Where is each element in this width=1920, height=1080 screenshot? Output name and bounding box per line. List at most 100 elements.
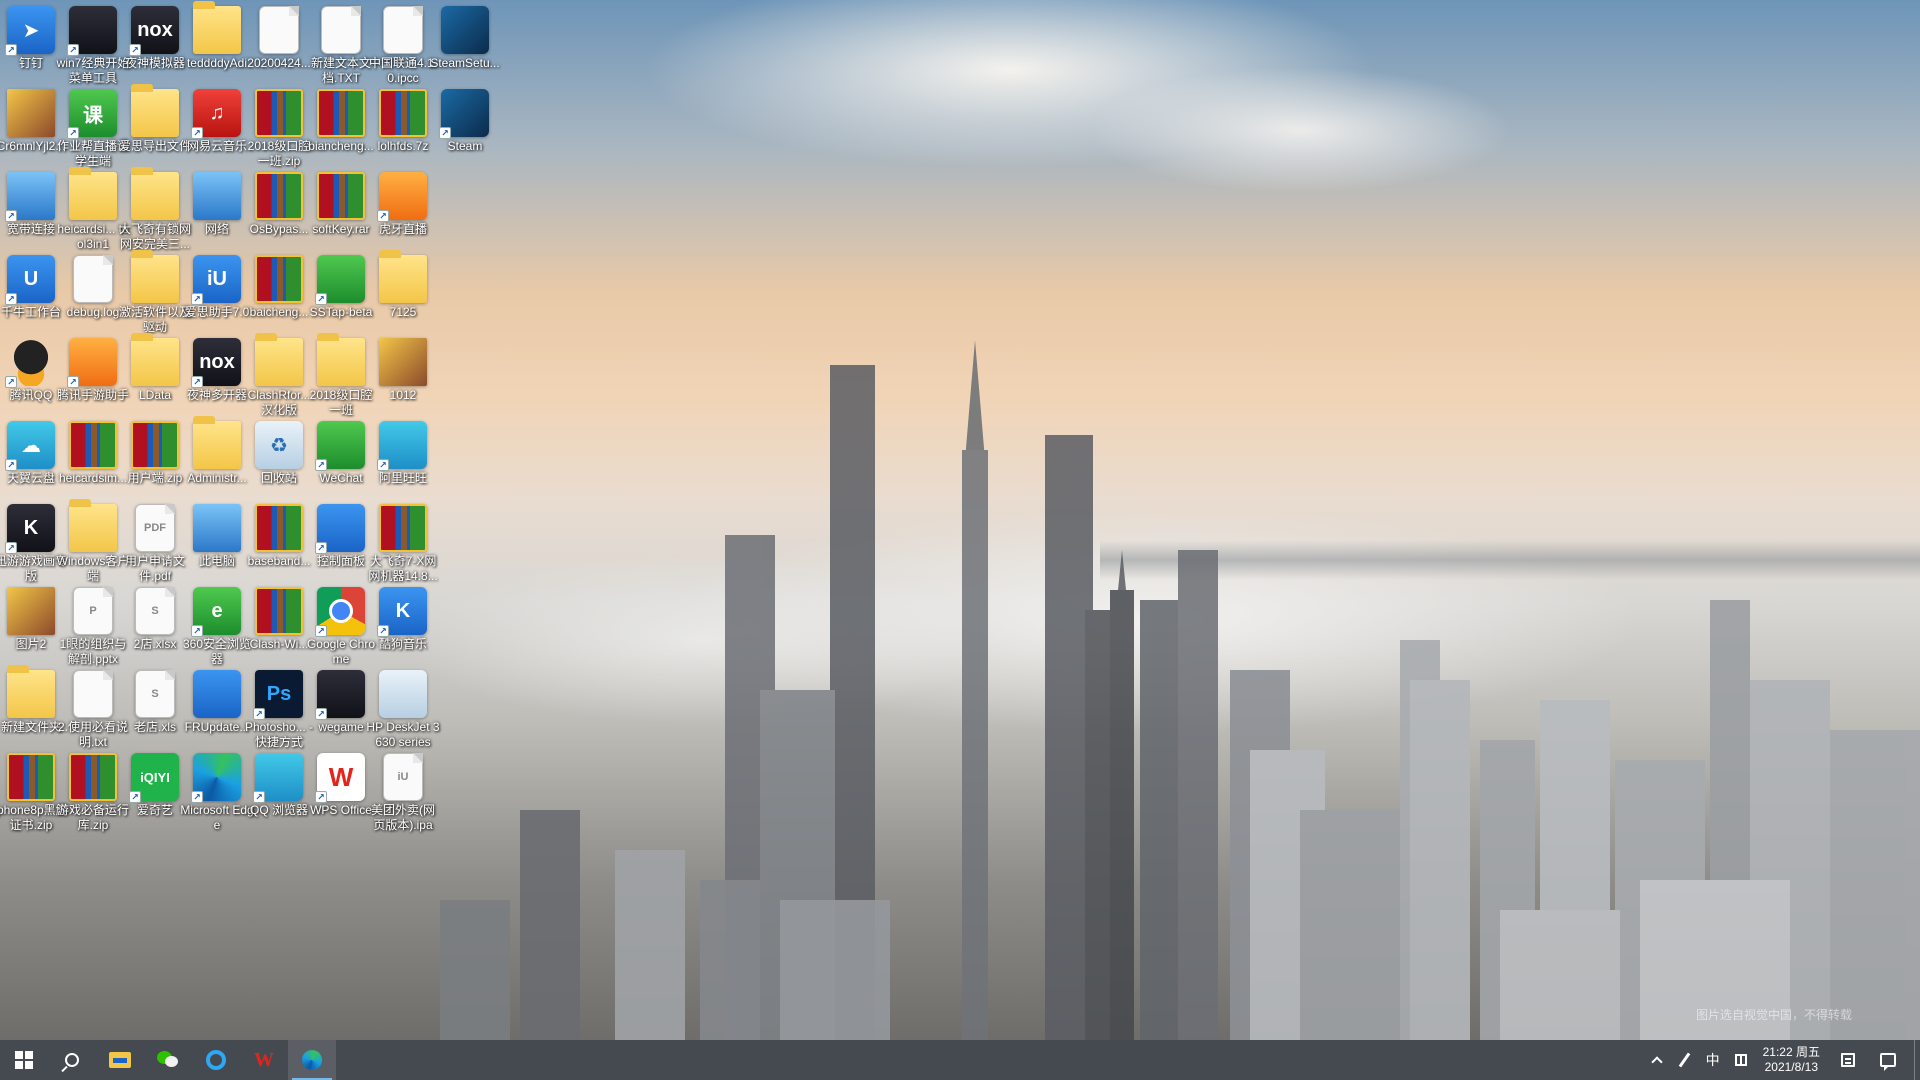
app-icon: ↗ [67,338,117,388]
desktop-icon-label: 虎牙直播 [378,222,427,236]
app-icon: ↗ [315,255,365,305]
shortcut-arrow-icon: ↗ [67,376,79,388]
app-icon-glyph: e [211,599,223,622]
app-icon-glyph: ☁ [21,434,41,457]
ime-options-button[interactable] [1727,1040,1755,1080]
system-tray: 中 21:22 周五 2021/8/13 [1643,1040,1920,1080]
app-icon: ↗ [191,753,241,803]
shortcut-arrow-icon: ↗ [67,127,79,139]
app-icon: PDF [135,504,175,552]
app-icon [193,504,241,552]
edge-icon [302,1050,322,1070]
desktop-icon[interactable]: SteamSetu... [427,2,503,98]
app-icon: K ↗ [377,587,427,637]
taskbar: W 中 21:22 周五 2021/8/13 [0,1040,1920,1080]
shortcut-arrow-icon: ↗ [377,625,389,637]
shortcut-arrow-icon: ↗ [129,791,141,803]
app-icon [255,255,303,303]
desktop-icon[interactable]: ↗ 虎牙直播 [365,168,441,264]
app-icon-glyph: P [89,605,97,617]
wps-taskbar-button[interactable]: W [240,1040,288,1080]
shortcut-arrow-icon: ↗ [191,625,203,637]
app-icon [131,167,179,220]
app-icon [441,6,489,54]
desktop-icon[interactable]: K ↗ 酷狗音乐 [365,583,441,679]
qq-browser-taskbar-button[interactable] [192,1040,240,1080]
app-icon [7,89,55,137]
notification-icon [1880,1053,1896,1071]
desktop-icon[interactable]: iU 美团外卖(网页版本).ipa [365,749,441,845]
app-icon: Ps ↗ [253,670,303,720]
desktop-icon[interactable]: 大飞奇7-X网网机器14.8... [365,500,441,596]
desktop-icon[interactable]: ↗ Steam [427,85,503,181]
app-icon [379,504,427,552]
app-icon [255,333,303,386]
desktop-icon-label: 1012 [389,388,417,402]
app-icon [69,753,117,801]
app-icon [69,167,117,220]
clock[interactable]: 21:22 周五 2021/8/13 [1755,1040,1828,1080]
app-icon: ↗ [315,504,365,554]
app-icon [131,333,179,386]
shortcut-arrow-icon: ↗ [5,44,17,56]
desktop-icon-label: HP DeskJet 3630 series [366,720,440,749]
action-center-button[interactable] [1868,1040,1908,1080]
app-icon [7,587,55,635]
shortcut-arrow-icon: ↗ [253,791,265,803]
app-icon: ♫ ↗ [191,89,241,139]
clock-time: 21:22 周五 [1762,1045,1820,1059]
app-icon [193,1,241,54]
app-icon-glyph: U [23,267,39,290]
show-desktop-button[interactable] [1914,1040,1920,1080]
app-icon: K ↗ [5,504,55,554]
ime-mode-button[interactable]: 中 [1699,1040,1727,1080]
app-icon [69,499,117,552]
shortcut-arrow-icon: ↗ [439,127,451,139]
start-button[interactable] [0,1040,48,1080]
shortcut-arrow-icon: ↗ [315,459,327,471]
desktop-icon-label: Steam [447,139,483,153]
desktop-icon[interactable]: HP DeskJet 3630 series [365,666,441,762]
shortcut-arrow-icon: ↗ [191,293,203,305]
windows-logo-icon [15,1051,33,1069]
notes-button[interactable] [1828,1040,1868,1080]
clock-date: 2021/8/13 [1764,1060,1818,1074]
app-icon: ↗ [439,89,489,139]
app-icon-glyph: S [151,688,159,700]
desktop-icon[interactable]: 1012 [365,334,441,430]
shortcut-arrow-icon: ↗ [253,708,265,720]
app-icon-glyph: K [395,599,411,622]
desktop-icon-label: 大飞奇7-X网网机器14.8... [368,554,438,583]
app-icon [379,670,427,718]
shortcut-arrow-icon: ↗ [377,210,389,222]
pen-workspace-button[interactable] [1671,1040,1699,1080]
app-icon: nox ↗ [191,338,241,388]
app-icon [7,753,55,801]
desktop-icon-label: 酷狗音乐 [378,637,427,651]
desktop-icon[interactable]: ↗ 阿里旺旺 [365,417,441,513]
qq-browser-icon [206,1050,226,1070]
app-icon-glyph: nox [199,350,235,373]
app-icon: U ↗ [5,255,55,305]
app-icon [193,670,241,718]
desktop-icon[interactable]: 7125 [365,250,441,347]
app-icon-glyph: S [151,605,159,617]
shortcut-arrow-icon: ↗ [315,542,327,554]
notes-icon [1841,1053,1855,1067]
edge-taskbar-button[interactable] [288,1040,336,1080]
app-icon-glyph: K [23,516,39,539]
show-hidden-icons-button[interactable] [1643,1040,1671,1080]
app-icon: ↗ [67,6,117,56]
app-icon: nox ↗ [129,6,179,56]
app-icon-glyph: W [328,761,354,792]
wallpaper-watermark: 图片选自视觉中国，不得转载 [1695,1008,1852,1022]
app-icon [317,172,365,220]
wechat-taskbar-button[interactable] [144,1040,192,1080]
search-button[interactable] [48,1040,96,1080]
app-icon [255,504,303,552]
desktop-icon-label: 阿里旺旺 [378,471,427,485]
file-explorer-button[interactable] [96,1040,144,1080]
app-icon [69,421,117,469]
app-icon: ↗ [315,587,365,637]
app-icon [131,421,179,469]
